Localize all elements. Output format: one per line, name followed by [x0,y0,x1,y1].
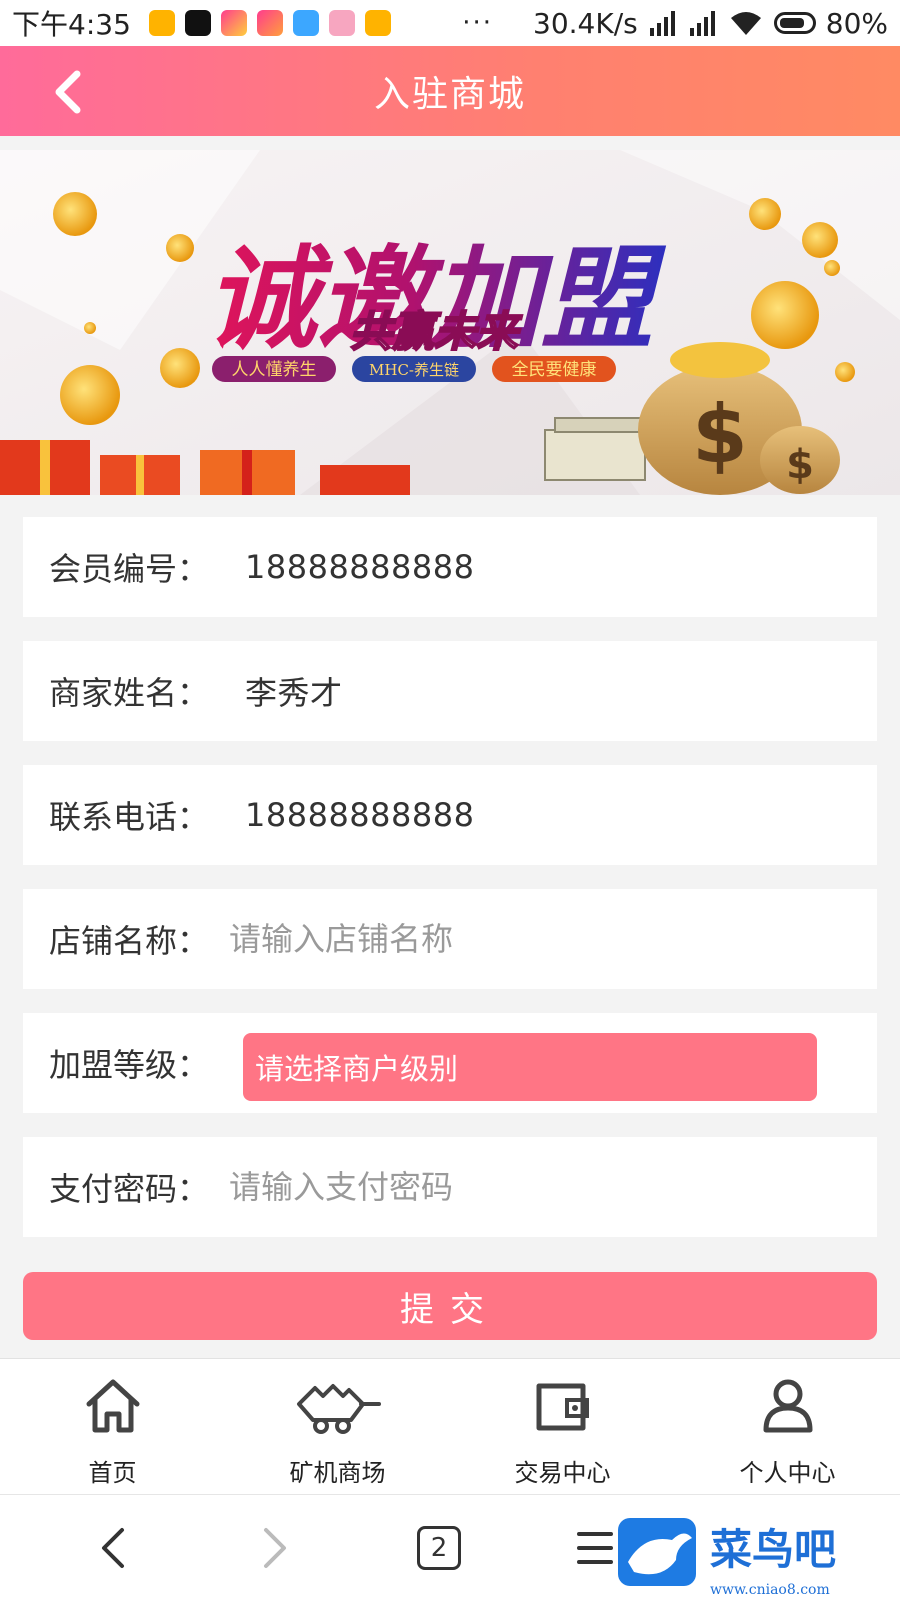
tab-miner-mall[interactable]: 矿机商场 [225,1359,450,1494]
member-id-value: 18888888888 [245,548,475,586]
video-app-icon-2 [256,10,283,36]
wifi-icon [730,12,761,35]
watermark-url: www.cniao8.com [710,1582,830,1598]
tab-profile[interactable]: 个人中心 [675,1359,900,1494]
notification-icons [148,10,391,36]
back-button[interactable] [40,64,96,120]
user-icon [763,1379,812,1433]
signal-icon-2 [689,11,715,36]
banner-graphic: 诚邀加盟 共赢未来 人人懂养生 MHC-养生链 全民要健康 $ $ [0,150,900,495]
browser-forward-button[interactable] [240,1513,310,1583]
pay-password-label: 支付密码： [49,1170,210,1208]
battery-icon [773,12,816,34]
member-id-label: 会员编号： [49,550,210,588]
menu-icon [577,1532,613,1564]
banner-tag-2: MHC-养生链 [369,361,459,379]
pay-password-input[interactable] [229,1168,789,1206]
more-notifications: ··· [462,8,494,38]
tab-count-badge: 2 [417,1526,461,1570]
level-row: 加盟等级： 请选择商户级别 [23,1013,877,1113]
browser-app-icon [292,10,319,36]
wallet-icon [536,1383,589,1431]
merchant-name-value: 李秀才 [245,674,343,712]
level-select[interactable]: 请选择商户级别 [243,1033,817,1101]
watermark-text: 菜鸟吧 [710,1525,836,1574]
banner-tag-3: 全民要健康 [512,360,597,380]
chevron-left-icon [55,70,81,114]
miner-cart-icon [296,1384,381,1434]
merchant-name-label: 商家姓名： [49,674,210,712]
chevron-right-icon [264,1528,286,1568]
network-speed: 30.4K/s [533,6,638,40]
mail-icon [148,10,175,36]
banner-tag-1: 人人懂养生 [232,360,317,380]
svg-text:$: $ [692,388,748,481]
browser-back-button[interactable] [78,1513,148,1583]
video-app-icon [220,10,247,36]
browser-tabs-button[interactable]: 2 [404,1513,474,1583]
chevron-left-icon [102,1528,124,1568]
mail-icon-2 [364,10,391,36]
level-select-placeholder: 请选择商户级别 [255,1052,459,1086]
tab-miner-mall-label: 矿机商场 [289,1459,386,1487]
tab-home-label: 首页 [88,1459,137,1487]
phone-value: 18888888888 [245,796,475,834]
merchant-name-row: 商家姓名： 李秀才 [23,641,877,741]
svg-text:$: $ [786,442,814,488]
level-label: 加盟等级： [49,1046,210,1084]
bottom-tab-bar: 首页 矿机商场 交易中心 个人中心 [0,1358,900,1494]
phone-label: 联系电话： [49,798,210,836]
tab-trade-center-label: 交易中心 [514,1459,611,1487]
status-time: 下午4:35 [12,8,131,41]
candy-app-icon [328,10,355,36]
member-id-row: 会员编号： 18888888888 [23,517,877,617]
signal-icon [649,11,675,36]
shop-name-label: 店铺名称： [49,922,210,960]
submit-button[interactable]: 提交 [23,1272,877,1340]
home-icon [86,1379,139,1433]
banner-subheadline: 共赢未来 [350,307,523,356]
status-bar: 下午4:35 ··· 30.4K/s 80% [0,0,900,46]
tab-profile-label: 个人中心 [739,1459,836,1487]
pay-password-row: 支付密码： [23,1137,877,1237]
app-header: 入驻商城 [0,46,900,136]
battery-level: 80% [825,6,888,40]
phone-row: 联系电话： 18888888888 [23,765,877,865]
watermark: 菜鸟吧 www.cniao8.com [614,1514,900,1600]
shop-name-row: 店铺名称： [23,889,877,989]
tab-home[interactable]: 首页 [0,1359,225,1494]
watermark-logo: 菜鸟吧 www.cniao8.com [614,1514,900,1600]
tiktok-icon [184,10,211,36]
promo-banner: 诚邀加盟 共赢未来 人人懂养生 MHC-养生链 全民要健康 $ $ [0,150,900,495]
page-title: 入驻商城 [373,74,526,115]
tab-trade-center[interactable]: 交易中心 [450,1359,675,1494]
shop-name-input[interactable] [229,920,789,958]
